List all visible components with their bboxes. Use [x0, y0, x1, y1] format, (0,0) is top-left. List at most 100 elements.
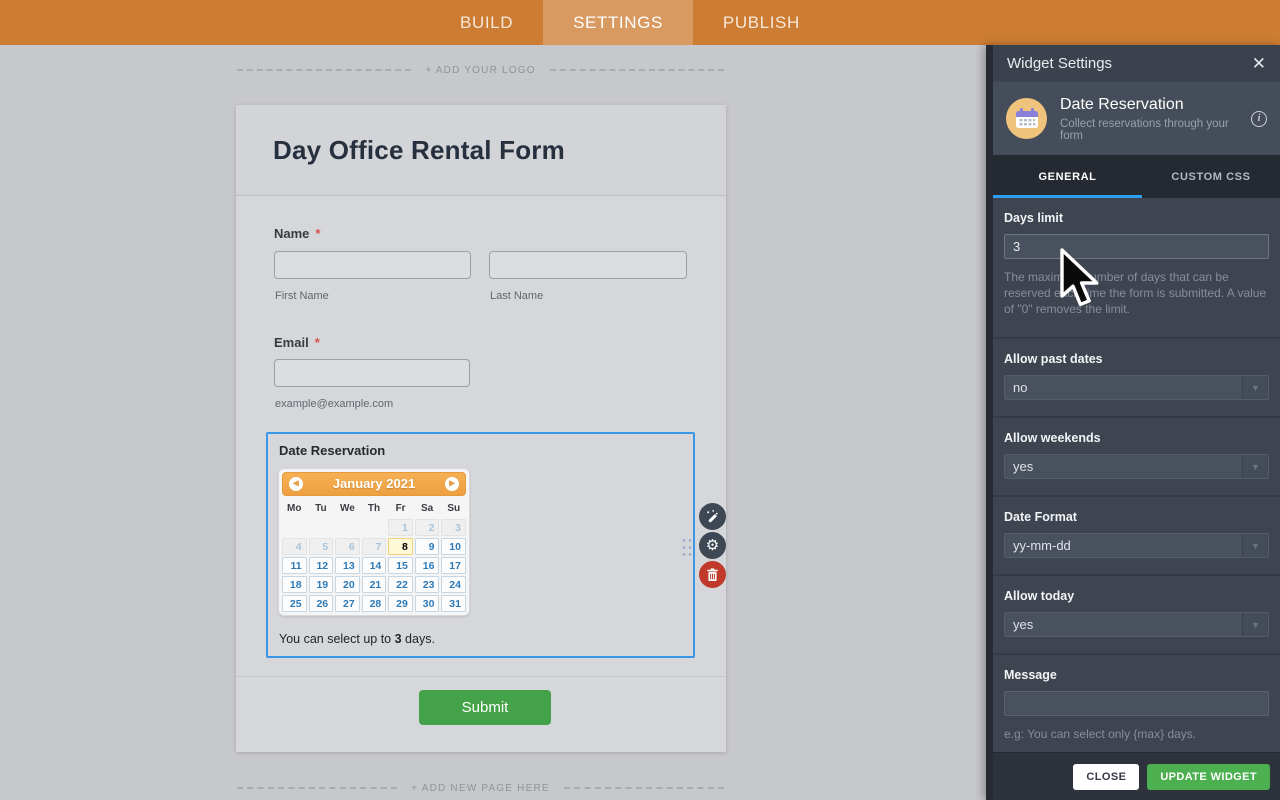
- calendar-day-24[interactable]: 24: [441, 576, 466, 593]
- calendar-dow-tu: Tu: [309, 501, 334, 516]
- days-limit-label: Days limit: [1004, 211, 1269, 225]
- setting-allow-weekends: Allow weekends yes ▼: [993, 418, 1280, 497]
- calendar-day-4: 4: [282, 538, 307, 555]
- datepicker-calendar: ◀ January 2021 ▶ MoTuWeThFrSaSu 12345678…: [278, 468, 470, 616]
- calendar-day-20[interactable]: 20: [335, 576, 360, 593]
- calendar-day-31[interactable]: 31: [441, 595, 466, 612]
- message-label: Message: [1004, 668, 1269, 682]
- setting-message: Message e.g: You can select only {max} d…: [993, 655, 1280, 752]
- calendar-day-15[interactable]: 15: [388, 557, 413, 574]
- calendar-day-13[interactable]: 13: [335, 557, 360, 574]
- date-reservation-widget[interactable]: Date Reservation ◀ January 2021 ▶ MoTuWe…: [266, 432, 695, 658]
- calendar-dow-su: Su: [441, 501, 466, 516]
- form-preview-card: Day Office Rental Form Name* First Name …: [236, 105, 726, 752]
- tab-general[interactable]: GENERAL: [993, 155, 1142, 198]
- submit-button[interactable]: Submit: [419, 690, 551, 725]
- select-value: yes: [1005, 613, 1242, 636]
- calendar-day-22[interactable]: 22: [388, 576, 413, 593]
- calendar-day-1: 1: [388, 519, 413, 536]
- name-label-text: Name: [274, 226, 309, 241]
- magic-wand-button[interactable]: [699, 503, 726, 530]
- calendar-day-27[interactable]: 27: [335, 595, 360, 612]
- calendar-cell-empty: [335, 519, 360, 536]
- calendar-day-9[interactable]: 9: [415, 538, 440, 555]
- last-name-sublabel: Last Name: [490, 290, 543, 302]
- calendar-day-17[interactable]: 17: [441, 557, 466, 574]
- close-icon[interactable]: ✕: [1252, 55, 1266, 72]
- top-navigation-bar: BUILD SETTINGS PUBLISH: [0, 0, 1280, 45]
- widget-name: Date Reservation: [1060, 96, 1238, 114]
- add-new-page-placeholder[interactable]: + ADD NEW PAGE HERE: [237, 780, 724, 796]
- calendar-day-21[interactable]: 21: [362, 576, 387, 593]
- form-title: Day Office Rental Form: [273, 135, 565, 166]
- allow-past-dates-select[interactable]: no ▼: [1004, 375, 1269, 400]
- calendar-icon: [1015, 107, 1039, 130]
- select-value: yes: [1005, 455, 1242, 478]
- days-limit-input[interactable]: [1004, 234, 1269, 259]
- info-icon[interactable]: i: [1251, 111, 1267, 127]
- allow-today-label: Allow today: [1004, 589, 1269, 603]
- calendar-cell-empty: [309, 519, 334, 536]
- first-name-input[interactable]: [274, 251, 471, 279]
- tab-settings[interactable]: SETTINGS: [543, 0, 693, 45]
- calendar-day-3: 3: [441, 519, 466, 536]
- calendar-day-12[interactable]: 12: [309, 557, 334, 574]
- update-widget-button[interactable]: UPDATE WIDGET: [1147, 764, 1270, 790]
- panel-header: Widget Settings ✕: [993, 45, 1280, 82]
- first-name-sublabel: First Name: [275, 290, 329, 302]
- calendar-day-26[interactable]: 26: [309, 595, 334, 612]
- calendar-dow-th: Th: [362, 501, 387, 516]
- calendar-day-16[interactable]: 16: [415, 557, 440, 574]
- add-logo-placeholder[interactable]: + ADD YOUR LOGO: [237, 62, 724, 78]
- last-name-input[interactable]: [489, 251, 687, 279]
- note-suffix: days.: [402, 632, 435, 646]
- widget-description: Collect reservations through your form: [1060, 118, 1238, 142]
- calendar-day-19[interactable]: 19: [309, 576, 334, 593]
- main-nav-tabs: BUILD SETTINGS PUBLISH: [430, 0, 830, 45]
- calendar-prev-icon[interactable]: ◀: [289, 477, 303, 491]
- calendar-header: ◀ January 2021 ▶: [282, 472, 466, 496]
- calendar-day-30[interactable]: 30: [415, 595, 440, 612]
- chevron-down-icon: ▼: [1251, 462, 1260, 472]
- widget-info-section: Date Reservation Collect reservations th…: [993, 82, 1280, 155]
- message-input[interactable]: [1004, 691, 1269, 716]
- calendar-grid: 1234567891011121314151617181920212223242…: [282, 519, 466, 612]
- calendar-day-28[interactable]: 28: [362, 595, 387, 612]
- calendar-next-icon[interactable]: ▶: [445, 477, 459, 491]
- panel-scrollbar-track[interactable]: [986, 45, 993, 800]
- delete-widget-button[interactable]: [699, 561, 726, 588]
- calendar-day-18[interactable]: 18: [282, 576, 307, 593]
- tab-custom-css[interactable]: CUSTOM CSS: [1142, 155, 1280, 198]
- setting-allow-today: Allow today yes ▼: [993, 576, 1280, 655]
- calendar-day-23[interactable]: 23: [415, 576, 440, 593]
- calendar-day-14[interactable]: 14: [362, 557, 387, 574]
- note-max-days: 3: [395, 632, 402, 646]
- calendar-day-10[interactable]: 10: [441, 538, 466, 555]
- allow-past-dates-label: Allow past dates: [1004, 352, 1269, 366]
- email-input[interactable]: [274, 359, 470, 387]
- calendar-dow-row: MoTuWeThFrSaSu: [282, 501, 466, 516]
- close-button[interactable]: CLOSE: [1073, 764, 1139, 790]
- allow-weekends-select[interactable]: yes ▼: [1004, 454, 1269, 479]
- date-format-label: Date Format: [1004, 510, 1269, 524]
- calendar-cell-empty: [282, 519, 307, 536]
- calendar-day-25[interactable]: 25: [282, 595, 307, 612]
- allow-weekends-label: Allow weekends: [1004, 431, 1269, 445]
- date-format-select[interactable]: yy-mm-dd ▼: [1004, 533, 1269, 558]
- calendar-day-11[interactable]: 11: [282, 557, 307, 574]
- calendar-day-8[interactable]: 8: [388, 538, 413, 555]
- allow-today-select[interactable]: yes ▼: [1004, 612, 1269, 637]
- widget-settings-button[interactable]: ⚙: [699, 532, 726, 559]
- tab-build[interactable]: BUILD: [430, 0, 543, 45]
- calendar-dow-mo: Mo: [282, 501, 307, 516]
- widget-field-label: Date Reservation: [279, 443, 385, 458]
- chevron-down-icon: ▼: [1251, 620, 1260, 630]
- tab-publish[interactable]: PUBLISH: [693, 0, 830, 45]
- drag-handle[interactable]: [681, 537, 692, 557]
- calendar-day-29[interactable]: 29: [388, 595, 413, 612]
- gear-icon: ⚙: [706, 538, 719, 553]
- calendar-dow-we: We: [335, 501, 360, 516]
- email-label-text: Email: [274, 335, 309, 350]
- note-prefix: You can select up to: [279, 632, 395, 646]
- panel-title: Widget Settings: [1007, 55, 1112, 72]
